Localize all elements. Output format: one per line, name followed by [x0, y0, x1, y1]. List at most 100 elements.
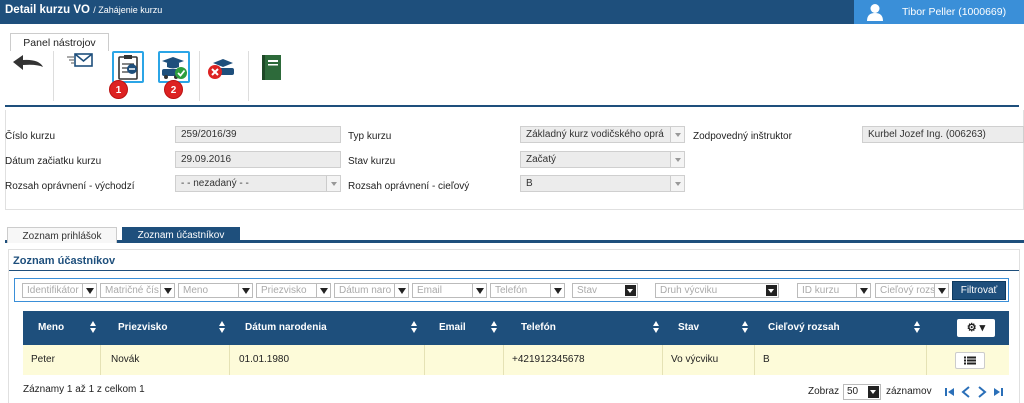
- start-date-field: 29.09.2016: [175, 151, 341, 168]
- course-type-value: Základný kurz vodičského oprá: [526, 129, 664, 140]
- cell-name: Peter: [31, 354, 55, 365]
- sort-icon[interactable]: [914, 321, 921, 334]
- records-summary: Záznamy 1 až 1 z celkom 1: [23, 384, 145, 395]
- page-title: Detail kurzu VO / Zahájenie kurzu: [5, 4, 162, 16]
- filter-icon[interactable]: [473, 283, 487, 298]
- filter-surname-input[interactable]: Priezvisko: [256, 283, 317, 298]
- cell-target-scope: B: [763, 354, 770, 365]
- filter-icon[interactable]: [239, 283, 253, 298]
- column-header-surname[interactable]: Priezvisko: [118, 322, 167, 333]
- filter-phone-input[interactable]: Telefón: [490, 283, 551, 298]
- column-settings-button[interactable]: ⚙ ▾: [957, 319, 995, 337]
- scope-source-select: - - nezadaný - -: [175, 175, 341, 192]
- graduation-car-check-icon[interactable]: [159, 52, 189, 82]
- list-tabs: Zoznam prihlášok Zoznam účastníkov: [5, 227, 1024, 243]
- cancel-course-icon[interactable]: [205, 54, 237, 86]
- row-detail-button[interactable]: [955, 352, 985, 369]
- cell-phone: +421912345678: [512, 354, 585, 365]
- tab-participants[interactable]: Zoznam účastníkov: [122, 227, 240, 243]
- filter-course-id-input[interactable]: ID kurzu: [797, 283, 857, 298]
- sort-icon[interactable]: [742, 321, 749, 334]
- first-page-icon[interactable]: [944, 386, 956, 398]
- chevron-down-icon: [625, 285, 636, 296]
- course-detail-form: [5, 110, 1024, 210]
- clipboard-document-icon[interactable]: [113, 52, 143, 82]
- page-title-main: Detail kurzu VO: [5, 4, 90, 16]
- cell-divider: [662, 345, 663, 375]
- last-page-icon[interactable]: [992, 386, 1004, 398]
- filter-birthdate-input[interactable]: Dátum naro: [334, 283, 395, 298]
- toolbar-separator: [199, 51, 200, 101]
- chevron-down-icon: [670, 152, 684, 167]
- filter-identifier-input[interactable]: Identifikátor: [22, 283, 83, 298]
- step-badge-2: 2: [164, 80, 183, 99]
- scope-target-value: B: [526, 178, 533, 189]
- filter-bar: Identifikátor Matričné čís Meno Priezvis…: [14, 278, 1009, 302]
- cell-surname: Novák: [111, 354, 140, 365]
- panel-title: Zoznam účastníkov: [13, 255, 116, 267]
- course-state-value: Začatý: [526, 154, 557, 165]
- column-header-target-scope[interactable]: Cieľový rozsah: [768, 322, 840, 333]
- filter-icon[interactable]: [551, 283, 565, 298]
- table-header: Meno Priezvisko Dátum narodenia Email Te…: [23, 311, 1009, 345]
- course-state-select: Začatý: [520, 151, 685, 168]
- filter-state-select[interactable]: Stav: [572, 283, 638, 298]
- scope-target-label: Rozsah oprávnení - cieľový: [348, 181, 470, 192]
- list-icon: [964, 356, 976, 365]
- column-header-name[interactable]: Meno: [38, 322, 64, 333]
- page-size-value: 50: [847, 386, 859, 397]
- sort-icon[interactable]: [90, 321, 97, 334]
- filter-icon[interactable]: [161, 283, 175, 298]
- page-size-select[interactable]: 50: [843, 384, 881, 400]
- toolbar-separator: [248, 51, 249, 101]
- course-type-select: Základný kurz vodičského oprá: [520, 126, 685, 143]
- toolbar-tab[interactable]: Panel nástrojov: [10, 33, 109, 51]
- filter-name-input[interactable]: Meno: [178, 283, 239, 298]
- column-header-birthdate[interactable]: Dátum narodenia: [245, 322, 327, 333]
- back-arrow-icon[interactable]: [9, 53, 45, 89]
- table-row[interactable]: Peter Novák 01.01.1980 +421912345678 Vo …: [23, 345, 1009, 375]
- filter-icon[interactable]: [935, 283, 949, 298]
- scope-target-select: B: [520, 175, 685, 192]
- course-type-label: Typ kurzu: [348, 131, 392, 142]
- tab-applications[interactable]: Zoznam prihlášok: [7, 227, 117, 243]
- filter-button[interactable]: Filtrovať: [952, 281, 1006, 300]
- filter-target-scope-input[interactable]: Cieľový rozs: [875, 283, 935, 298]
- next-page-icon[interactable]: [976, 386, 988, 398]
- book-icon[interactable]: [257, 52, 287, 82]
- scope-source-label: Rozsah oprávnení - východzí: [5, 181, 135, 192]
- filter-matric-input[interactable]: Matričné čís: [100, 283, 161, 298]
- sort-icon[interactable]: [491, 321, 498, 334]
- toolbar-separator: [53, 51, 54, 101]
- step-badge-1: 1: [109, 80, 128, 99]
- course-number-label: Číslo kurzu: [5, 131, 56, 142]
- filter-icon[interactable]: [857, 283, 871, 298]
- previous-page-icon[interactable]: [960, 386, 972, 398]
- column-header-state[interactable]: Stav: [678, 322, 699, 333]
- cell-divider: [229, 345, 230, 375]
- filter-state-value: Stav: [577, 285, 598, 296]
- course-number-field: 259/2016/39: [175, 126, 341, 143]
- filter-icon[interactable]: [317, 283, 331, 298]
- filter-icon[interactable]: [83, 283, 97, 298]
- column-header-phone[interactable]: Telefón: [521, 322, 556, 333]
- filter-icon[interactable]: [395, 283, 409, 298]
- cell-divider: [754, 345, 755, 375]
- sort-icon[interactable]: [653, 321, 660, 334]
- sort-icon[interactable]: [219, 321, 226, 334]
- filter-email-input[interactable]: Email: [412, 283, 473, 298]
- user-menu[interactable]: Tibor Peller (1000669): [854, 0, 1024, 24]
- chevron-down-icon: [670, 176, 684, 191]
- column-header-email[interactable]: Email: [439, 322, 466, 333]
- scope-source-value: - - nezadaný - -: [181, 178, 249, 189]
- send-email-icon[interactable]: [65, 51, 101, 87]
- sort-icon[interactable]: [411, 321, 418, 334]
- filter-training-type-select[interactable]: Druh výcviku: [655, 283, 779, 298]
- toolbar-panel: 1 2: [5, 51, 1019, 107]
- cell-divider: [926, 345, 927, 375]
- cell-state: Vo výcviku: [671, 354, 719, 365]
- instructor-field: Kurbel Jozef Ing. (006263): [862, 126, 1024, 143]
- user-name: Tibor Peller (1000669): [902, 6, 1007, 18]
- cell-divider: [100, 345, 101, 375]
- page-size-suffix: záznamov: [886, 386, 932, 397]
